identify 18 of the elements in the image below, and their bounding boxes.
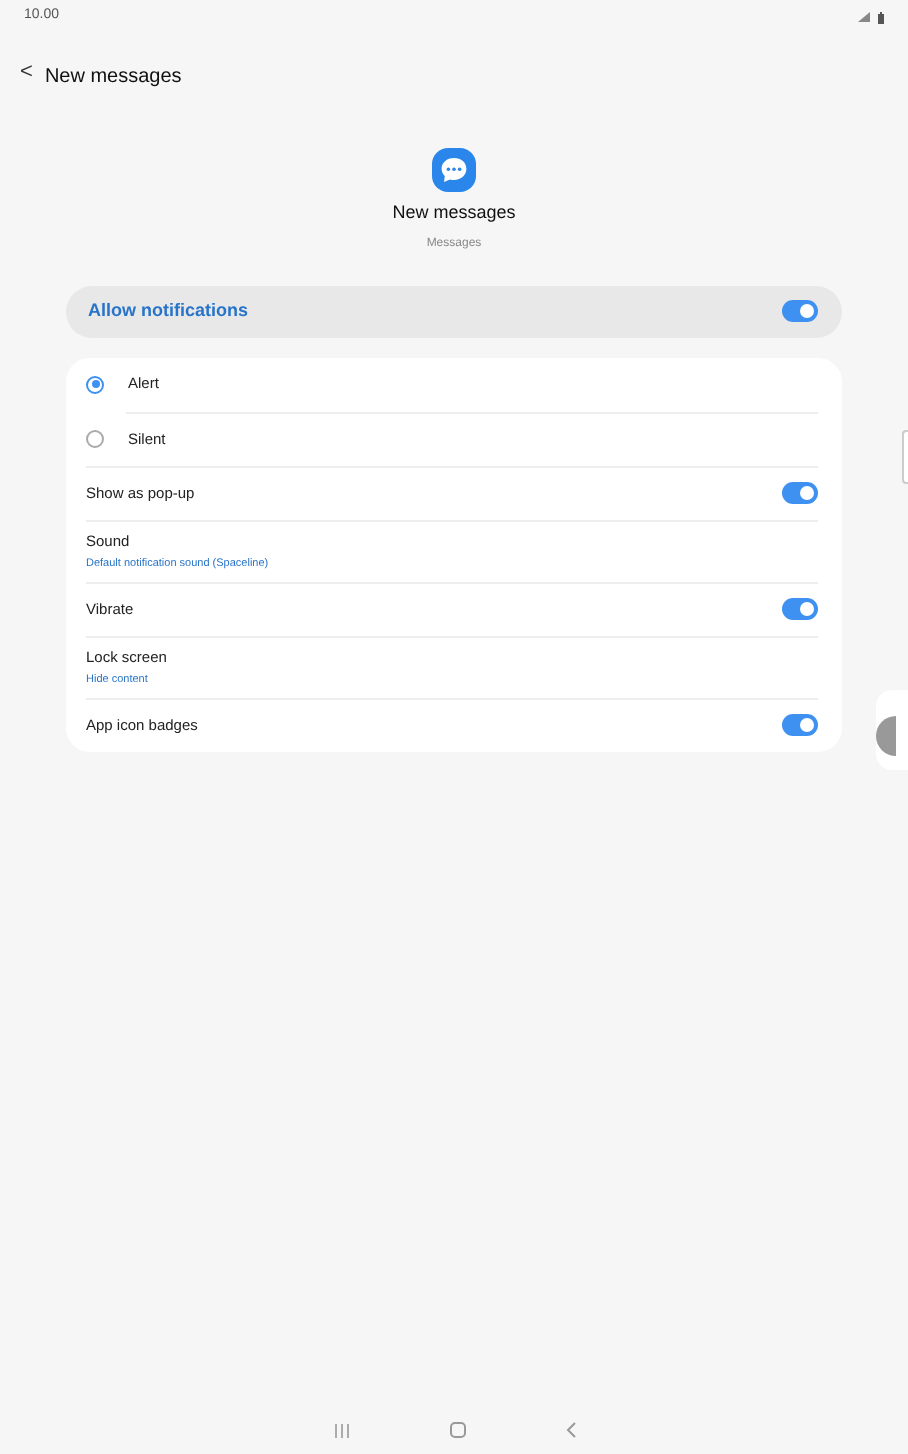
toggle-switch[interactable]	[782, 714, 818, 736]
recent-apps-icon[interactable]	[333, 1423, 349, 1437]
setting-label: Allow notifications	[88, 297, 248, 324]
chat-bubble-icon	[432, 148, 476, 192]
signal-icon	[858, 12, 870, 22]
back-icon[interactable]	[565, 1422, 575, 1438]
toggle-switch[interactable]	[782, 300, 818, 322]
app-title: New messages	[392, 200, 516, 226]
edge-panel-handle[interactable]	[902, 430, 908, 484]
back-button[interactable]: <	[20, 62, 45, 84]
edge-button-icon[interactable]	[876, 716, 896, 756]
radio-button[interactable]	[86, 430, 104, 448]
toggle-switch[interactable]	[782, 482, 818, 504]
radio-button[interactable]	[86, 375, 104, 393]
home-icon[interactable]	[449, 1422, 465, 1438]
battery-icon	[878, 11, 884, 23]
toggle-switch[interactable]	[782, 598, 818, 620]
page-title: New messages	[44, 64, 182, 92]
